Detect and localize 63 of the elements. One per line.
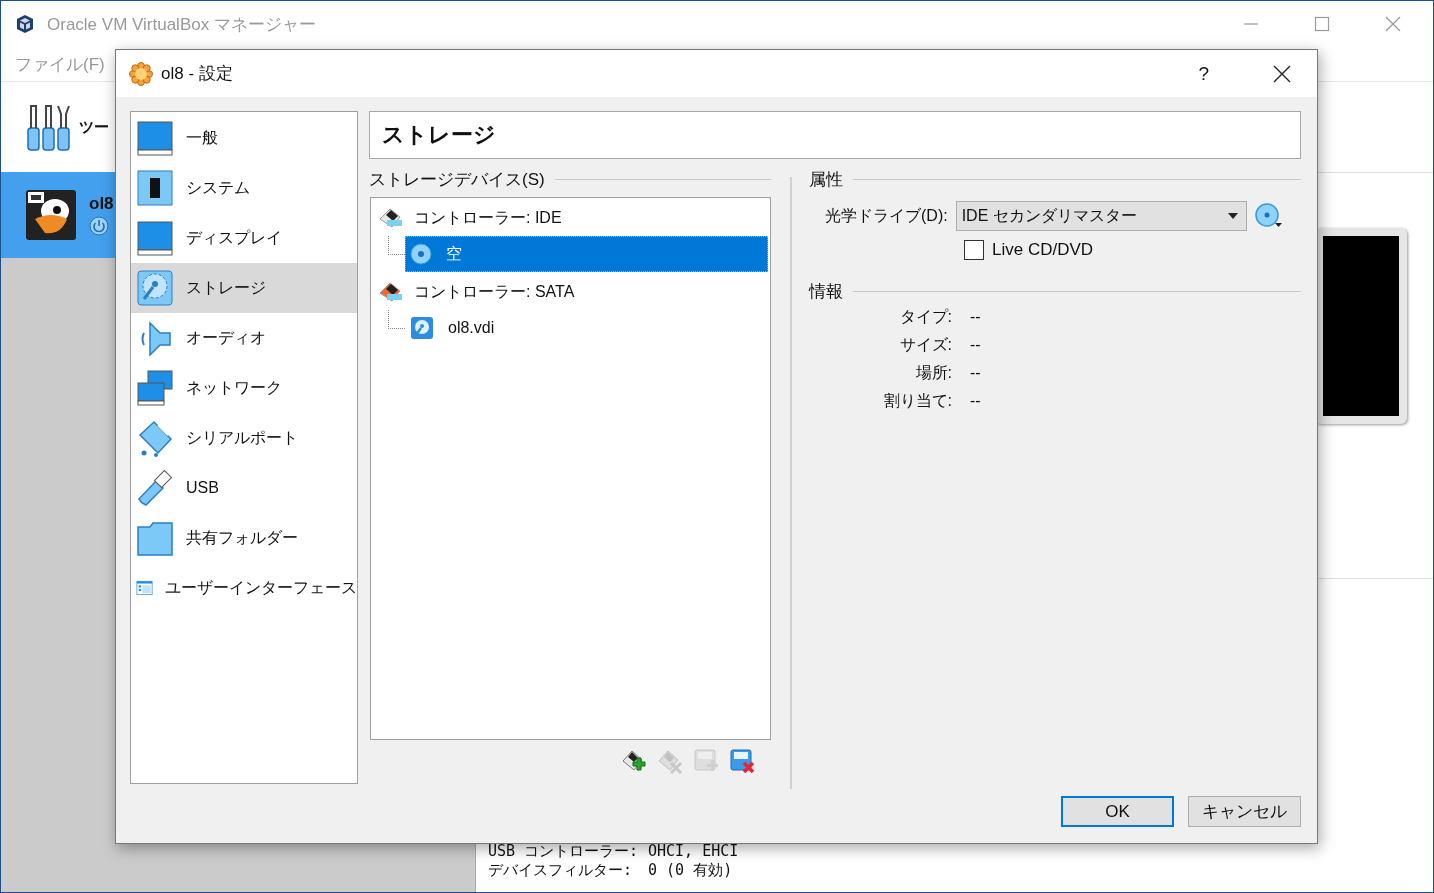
folder-icon xyxy=(136,519,174,557)
tree-item[interactable]: ol8.vdi xyxy=(405,310,768,346)
window-title: Oracle VM VirtualBox マネージャー xyxy=(47,13,316,36)
controller-icon xyxy=(378,207,404,229)
remove-attachment-icon[interactable] xyxy=(729,748,755,774)
checkbox[interactable] xyxy=(964,240,984,260)
info-value: -- xyxy=(970,336,981,354)
field-label: 光学ドライブ(D): xyxy=(825,205,948,226)
gear-icon xyxy=(129,61,153,86)
controller-icon xyxy=(378,281,404,303)
close-icon[interactable] xyxy=(1273,64,1291,83)
disc-icon[interactable] xyxy=(1254,203,1283,229)
category-item[interactable]: ユーザーインターフェース xyxy=(131,563,357,613)
detail-value: 0 (0 有効) xyxy=(648,861,733,880)
info-label: サイズ: xyxy=(898,334,952,355)
ok-button[interactable]: OK xyxy=(1061,796,1174,827)
caret-icon xyxy=(1227,213,1238,219)
monitors-icon xyxy=(136,369,174,407)
help-button[interactable]: ? xyxy=(1194,62,1213,85)
tree-item[interactable]: コントローラー: IDE xyxy=(373,200,768,236)
detail-label: デバイスフィルター: xyxy=(488,861,634,880)
category-item[interactable]: ディスプレイ xyxy=(131,213,357,263)
tools-label[interactable]: ツー xyxy=(79,117,109,137)
dialog-title: ol8 - 設定 xyxy=(161,63,233,85)
info-value: -- xyxy=(970,308,981,326)
power-icon xyxy=(89,216,109,236)
cube-icon xyxy=(15,14,35,34)
monitor-icon xyxy=(136,119,174,157)
penguin-icon xyxy=(25,189,77,241)
optical-drive-dropdown[interactable]: IDE セカンダリマスター xyxy=(955,201,1247,231)
category-item[interactable]: オーディオ xyxy=(131,313,357,363)
detail-value: OHCI, EHCI xyxy=(648,842,739,861)
tree-item[interactable]: コントローラー: SATA xyxy=(373,274,768,310)
category-item[interactable]: シリアルポート xyxy=(131,413,357,463)
category-item[interactable]: ネットワーク xyxy=(131,363,357,413)
live-cd-checkbox[interactable]: Live CD/DVD xyxy=(964,240,1094,260)
cancel-button[interactable]: キャンセル xyxy=(1188,796,1301,827)
usb-icon xyxy=(136,469,174,507)
maximize-icon[interactable] xyxy=(1314,16,1330,32)
group-label: ストレージデバイス(S) xyxy=(369,168,545,191)
checkbox-label: Live CD/DVD xyxy=(992,240,1094,260)
info-label: 割り当て: xyxy=(882,390,952,411)
tools-icon xyxy=(25,102,73,152)
chip-icon xyxy=(136,169,174,207)
category-item[interactable]: システム xyxy=(131,163,357,213)
group-label: 情報 xyxy=(809,280,843,303)
info-label: 場所: xyxy=(914,362,952,383)
info-value: -- xyxy=(970,392,981,410)
connector-icon xyxy=(136,419,174,457)
info-label: タイプ: xyxy=(898,306,952,327)
group-label: 属性 xyxy=(809,168,843,191)
add-controller-icon[interactable] xyxy=(621,748,647,774)
vm-name: ol8 xyxy=(89,194,114,214)
detail-label: USB コントローラー: xyxy=(488,842,640,861)
category-item[interactable]: ストレージ xyxy=(131,263,357,313)
disc-icon xyxy=(410,243,432,265)
info-value: -- xyxy=(970,364,981,382)
tree-item[interactable]: 空 xyxy=(405,236,768,272)
category-item[interactable]: 一般 xyxy=(131,113,357,163)
category-item[interactable]: 共有フォルダー xyxy=(131,513,357,563)
category-item[interactable]: USB xyxy=(131,463,357,513)
page-title: ストレージ xyxy=(382,121,496,149)
monitor-icon xyxy=(136,219,174,257)
